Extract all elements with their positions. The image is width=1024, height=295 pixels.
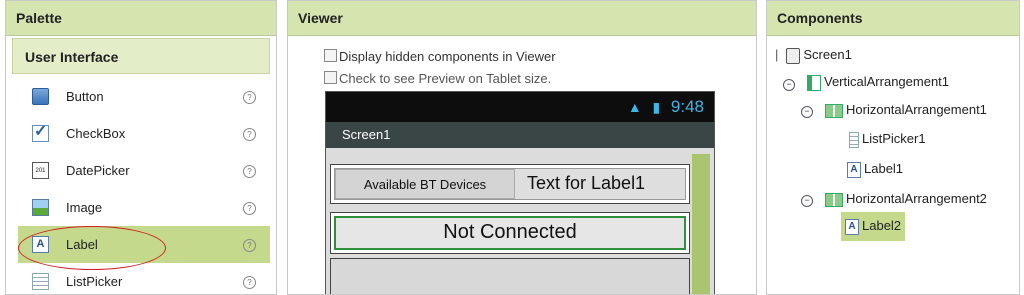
vertical-arrangement-selection <box>692 154 710 294</box>
label-icon: A <box>32 236 49 253</box>
user-interface-drawer[interactable]: User Interface <box>12 38 270 74</box>
label1[interactable]: Text for Label1 <box>515 169 685 199</box>
horizontal-arrangement-1-inner: Available BT Devices Text for Label1 <box>334 168 686 200</box>
palette-item-label: CheckBox <box>66 126 126 141</box>
tablet-preview-checkbox[interactable] <box>324 71 337 84</box>
palette-list: Button ? CheckBox ? 201 DatePicker ? Ima… <box>18 78 270 294</box>
palette-item-label-component[interactable]: A Label ? <box>18 226 270 263</box>
horizontal-arrangement-icon <box>825 103 843 118</box>
vertical-arrangement-icon <box>807 74 821 91</box>
label2[interactable]: Not Connected <box>334 216 686 250</box>
palette-panel: Palette User Interface Button ? CheckBox… <box>5 0 277 295</box>
phone-preview: ▲ ▮ 9:48 Screen1 Available BT Devices Te… <box>325 91 715 294</box>
label-icon: A <box>845 218 859 235</box>
listpicker-icon <box>849 131 859 148</box>
tablet-preview-option[interactable]: Check to see Preview on Tablet size. <box>324 71 551 86</box>
wifi-icon: ▲ <box>627 99 642 115</box>
button-icon <box>32 88 49 105</box>
tree-node-horizontalarrangement2[interactable]: HorizontalArrangement2 <box>825 191 987 207</box>
palette-header: Palette <box>6 1 276 36</box>
collapse-toggle[interactable]: − <box>801 195 813 207</box>
palette-item-label: Button <box>66 89 104 104</box>
listpicker-icon <box>32 273 49 290</box>
tree-node-label: Label2 <box>862 218 902 233</box>
tree-node-label: VerticalArrangement1 <box>824 74 950 89</box>
palette-item-button[interactable]: Button ? <box>18 78 270 115</box>
help-icon[interactable]: ? <box>243 276 256 289</box>
tree-node-verticalarrangement1[interactable]: VerticalArrangement1 <box>807 74 949 91</box>
display-hidden-checkbox[interactable] <box>324 49 337 62</box>
empty-area <box>330 258 690 294</box>
available-bt-devices-button[interactable]: Available BT Devices <box>335 169 515 199</box>
help-icon[interactable]: ? <box>243 165 256 178</box>
label-icon: A <box>847 161 861 178</box>
tree-node-label: ListPicker1 <box>862 131 926 146</box>
palette-item-checkbox[interactable]: CheckBox ? <box>18 115 270 152</box>
status-bar: ▲ ▮ 9:48 <box>326 92 714 122</box>
help-icon[interactable]: ? <box>243 91 256 104</box>
tree-node-screen1[interactable]: | Screen1 <box>775 47 852 64</box>
horizontal-arrangement-2[interactable]: Not Connected <box>330 212 690 254</box>
tablet-preview-label: Check to see Preview on Tablet size. <box>339 71 552 86</box>
battery-icon: ▮ <box>652 99 661 115</box>
screen-title-bar: Screen1 <box>326 122 714 148</box>
tree-node-listpicker1[interactable]: ListPicker1 <box>849 131 926 148</box>
palette-item-label: Label <box>66 237 98 252</box>
collapse-toggle[interactable]: − <box>783 79 795 91</box>
status-time: 9:48 <box>670 97 704 116</box>
palette-item-listpicker[interactable]: ListPicker ? <box>18 263 270 294</box>
palette-item-label: Image <box>66 200 103 215</box>
palette-item-label: DatePicker <box>66 163 130 178</box>
tree-node-label: Label1 <box>864 161 904 176</box>
horizontal-arrangement-1[interactable]: Available BT Devices Text for Label1 <box>330 164 690 204</box>
palette-item-label: ListPicker <box>66 274 123 289</box>
collapse-toggle[interactable]: − <box>801 106 813 118</box>
components-header: Components <box>767 1 1019 36</box>
display-hidden-label: Display hidden components in Viewer <box>339 49 556 64</box>
palette-item-datepicker[interactable]: 201 DatePicker ? <box>18 152 270 189</box>
help-icon[interactable]: ? <box>243 202 256 215</box>
palette-item-image[interactable]: Image ? <box>18 189 270 226</box>
help-icon[interactable]: ? <box>243 239 256 252</box>
checkbox-icon <box>32 122 49 142</box>
help-icon[interactable]: ? <box>243 128 256 141</box>
display-hidden-option[interactable]: Display hidden components in Viewer <box>324 49 556 64</box>
tree-node-label: HorizontalArrangement2 <box>846 191 987 206</box>
tree-node-label1[interactable]: A Label1 <box>847 161 903 178</box>
horizontal-arrangement-icon <box>825 192 843 207</box>
screen-icon <box>786 47 801 64</box>
viewer-panel: Viewer Display hidden components in View… <box>287 0 757 295</box>
tree-line: | <box>775 47 779 62</box>
tree-node-horizontalarrangement1[interactable]: HorizontalArrangement1 <box>825 102 987 118</box>
components-panel: Components | Screen1 − VerticalArrangemen… <box>766 0 1020 295</box>
datepicker-icon: 201 <box>32 162 49 179</box>
viewer-header: Viewer <box>288 1 756 36</box>
tree-node-label: Screen1 <box>803 47 852 62</box>
tree-node-label: HorizontalArrangement1 <box>846 102 987 117</box>
tree-node-label2[interactable]: A Label2 <box>841 212 906 241</box>
image-icon <box>32 199 49 216</box>
